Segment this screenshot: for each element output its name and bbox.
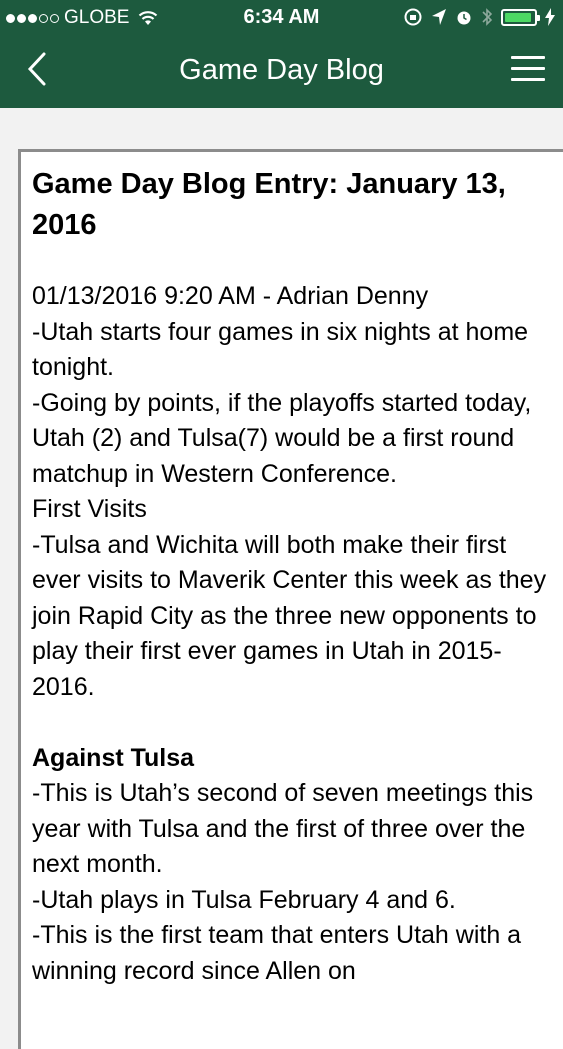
post-paragraph: -This is Utah’s second of seven meetings… (32, 779, 534, 878)
location-arrow-icon (432, 9, 446, 25)
post-title: Game Day Blog Entry: January 13, 2016 (32, 168, 506, 241)
page-title: Game Day Blog (179, 54, 384, 86)
blog-post-card: Game Day Blog Entry: January 13, 2016 01… (18, 149, 563, 1049)
bluetooth-icon (482, 8, 493, 26)
battery-icon (501, 8, 540, 26)
alarm-icon (457, 11, 471, 25)
charging-bolt-icon (545, 8, 555, 26)
post-byline: 01/13/2016 9:20 AM - Adrian Denny (32, 282, 429, 310)
status-bar: GLOBE 6:34 AM (0, 0, 563, 36)
status-right (403, 7, 555, 27)
navigation-bar: Game Day Blog (0, 36, 563, 108)
hamburger-menu-icon[interactable] (511, 56, 545, 84)
orientation-lock-icon (404, 8, 422, 26)
post-paragraph: -Tulsa and Wichita will both make their … (32, 530, 547, 701)
post-paragraph: -Going by points, if the playoffs starte… (32, 388, 532, 488)
post-paragraph: -Utah plays in Tulsa February 4 and 6. (32, 885, 456, 914)
section-heading: Against Tulsa (32, 743, 195, 772)
post-body: 01/13/2016 9:20 AM - Adrian Denny -Utah … (32, 279, 552, 989)
section-heading: First Visits (32, 495, 147, 523)
post-paragraph: -Utah starts four games in six nights at… (32, 317, 529, 382)
post-paragraph: -This is the first team that enters Utah… (32, 921, 522, 985)
